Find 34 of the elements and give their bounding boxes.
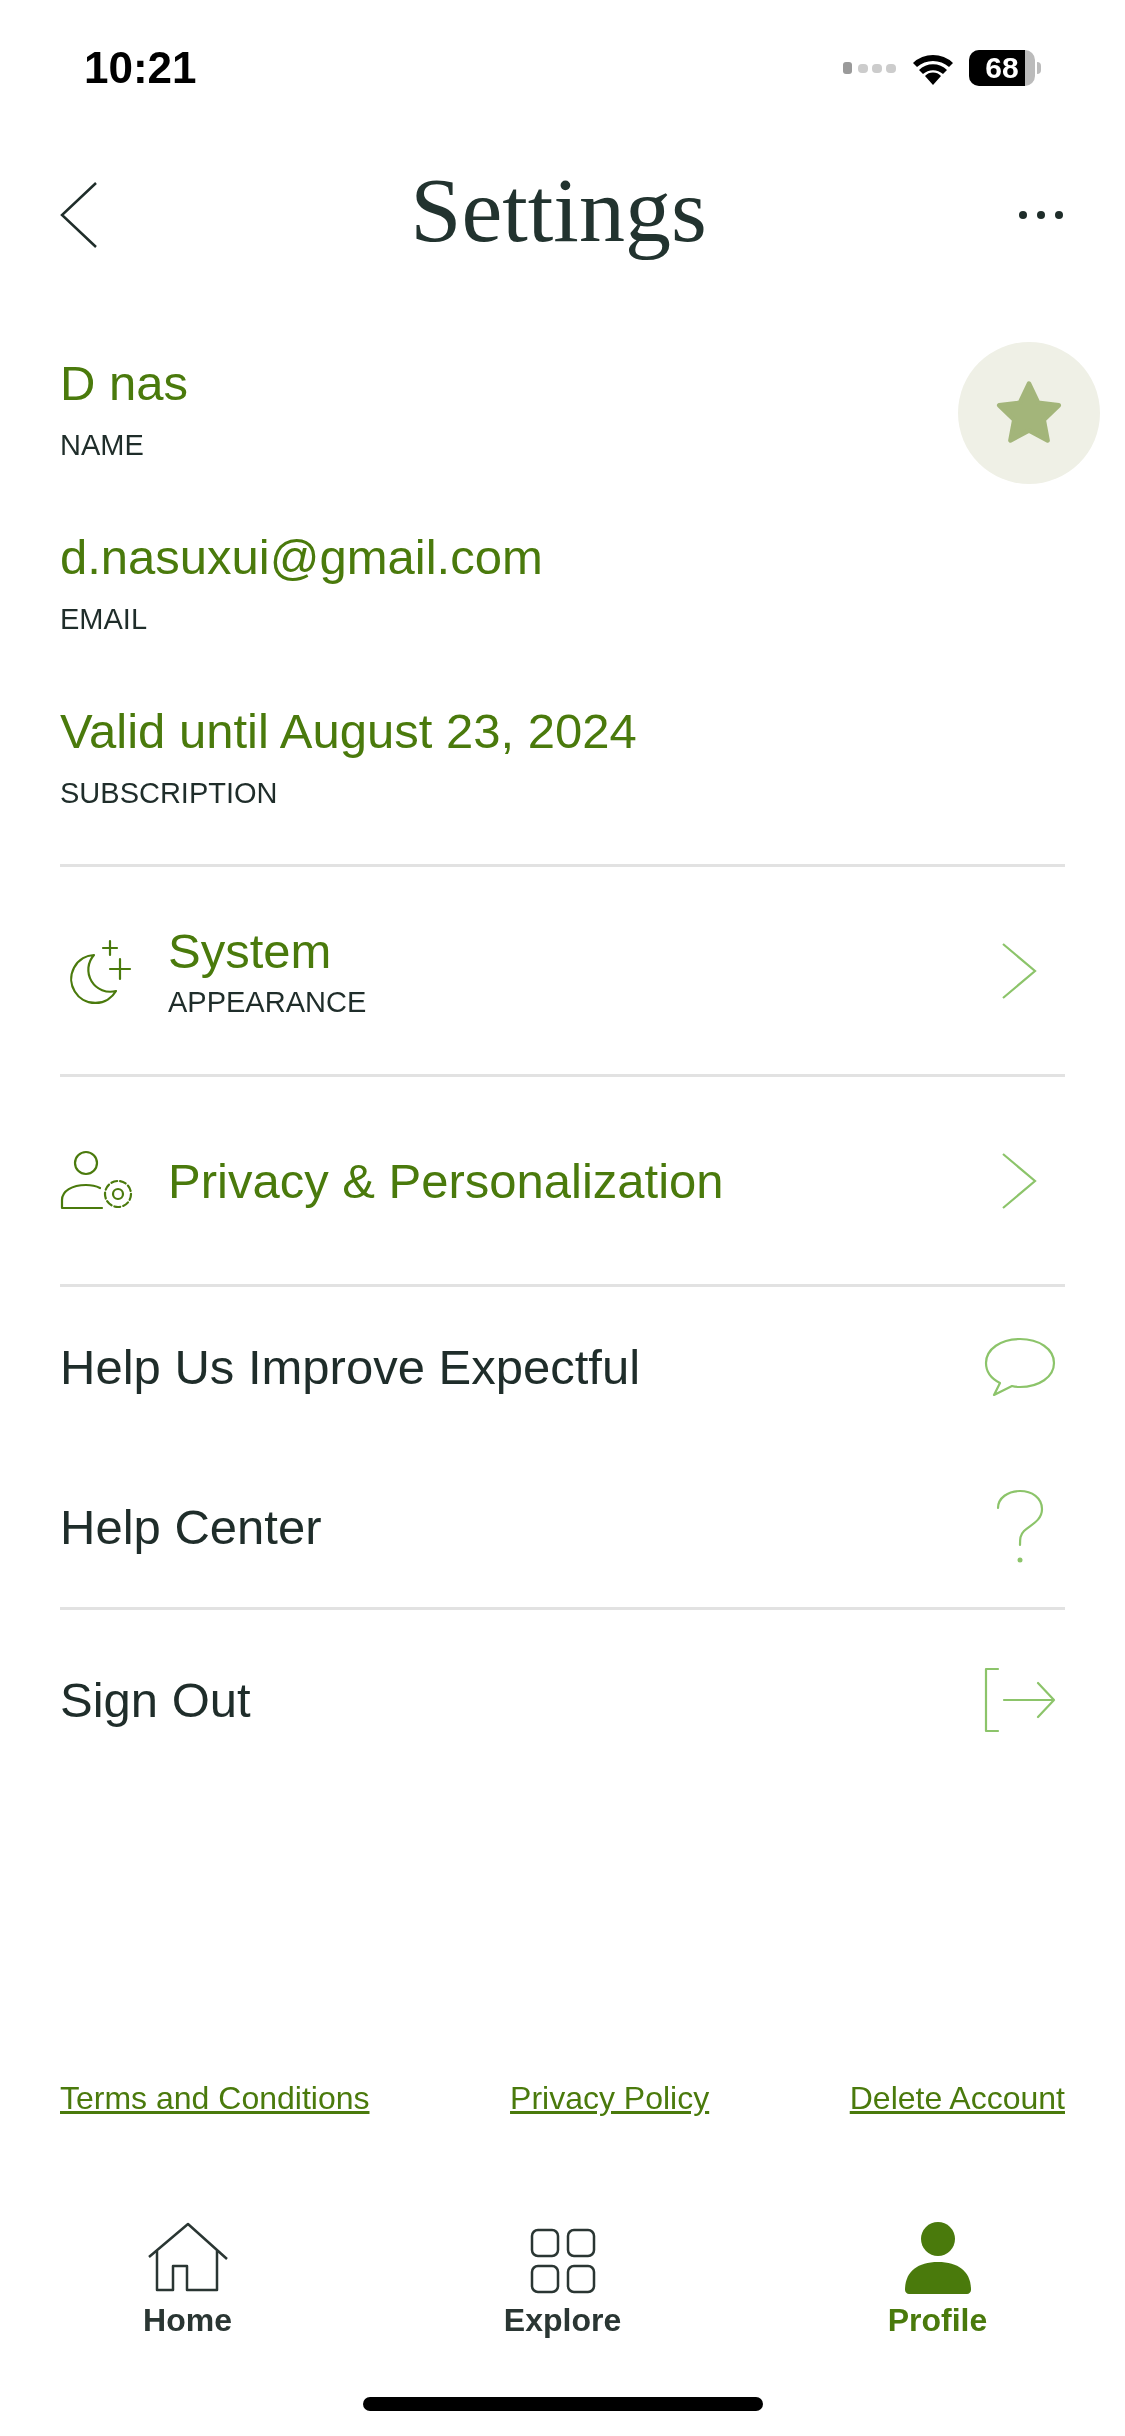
settings-row[interactable]: Help Center [60,1447,1065,1607]
profile-value: d.nasuxui@gmail.com [60,529,544,585]
footer-link[interactable]: Terms and Conditions [60,2074,370,2122]
footer-link[interactable]: Delete Account [849,2074,1065,2122]
row-title: Sign Out [60,1672,251,1729]
settings-row[interactable]: System APPEARANCE [60,867,1065,1074]
row-title: System [168,922,333,980]
profile-label: SUBSCRIPTION [60,776,279,811]
tab-button[interactable]: Explore [375,2186,750,2336]
more-icon [1018,210,1064,220]
home-icon [146,2222,229,2294]
tab-button[interactable]: Home [0,2186,375,2336]
settings-row[interactable]: Privacy & Personalization [60,1077,1065,1284]
profile-label: EMAIL [60,602,149,637]
settings-row[interactable]: Sign Out [60,1620,1065,1780]
row-subtitle: APPEARANCE [168,984,368,1020]
profile-label: NAME [60,428,145,463]
footer-link[interactable]: Privacy Policy [510,2074,710,2122]
sign-out-icon [982,1667,1058,1733]
signal-icon [843,61,897,75]
battery-level: 68 [985,53,1019,83]
person-icon [904,2222,971,2294]
profile-value: Valid until August 23, 2024 [60,703,637,759]
profile-value: D nas [60,355,189,411]
status-time: 10:21 [84,42,197,94]
row-title: Help Center [60,1499,322,1556]
back-icon [60,182,98,248]
settings-row[interactable]: Help Us Improve Expectful [60,1287,1065,1447]
page-title: Settings [410,164,707,263]
tab-button[interactable]: Profile [750,2186,1125,2336]
row-title: Help Us Improve Expectful [60,1339,641,1396]
grid-icon [529,2228,596,2294]
row-title: Privacy & Personalization [168,1152,725,1210]
speech-bubble-icon [982,1335,1058,1399]
